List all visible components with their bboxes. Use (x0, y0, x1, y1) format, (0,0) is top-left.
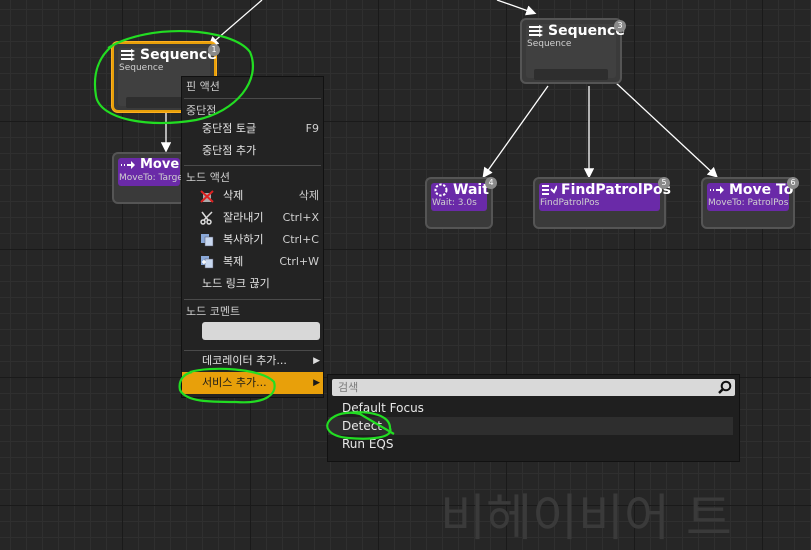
menu-separator (184, 98, 321, 99)
wire-to-move-right (614, 81, 718, 178)
node-subtitle: Sequence (119, 63, 164, 73)
search-icon (718, 380, 732, 394)
execution-index-badge: 3 (614, 20, 626, 32)
menu-item-shortcut: 삭제 (298, 189, 319, 202)
submenu-arrow-icon: ▶ (313, 378, 320, 388)
menu-item-label: 데코레이터 추가... (202, 354, 287, 367)
menu-item-label: 복사하기 (223, 233, 264, 246)
node-title-text: FindPatrolPos (561, 182, 671, 198)
menu-item-label: 노드 링크 끊기 (202, 277, 270, 290)
node-comment-input[interactable] (202, 322, 320, 340)
node-subtitle: MoveTo: PatrolPos (708, 198, 789, 208)
node-title: Wait (433, 182, 489, 198)
sequence-node-right[interactable]: Sequence Sequence 3 (520, 18, 626, 84)
node-subtitle: Wait: 3.0s (432, 198, 477, 208)
delete-icon (200, 190, 214, 203)
menu-item-break-links[interactable]: 노드 링크 끊기 (182, 273, 323, 295)
menu-item-label: 중단점 추가 (202, 144, 257, 157)
execution-index-badge: 4 (485, 177, 497, 189)
node-output-pin[interactable] (534, 69, 608, 80)
node-comment-header: 노드 코멘트 (186, 305, 241, 318)
move-to-node-left[interactable]: Move T MoveTo: Target (112, 152, 193, 204)
wire-into-right-sequence (496, 0, 537, 16)
graph-watermark: 비헤이비어 트 (440, 489, 732, 547)
menu-item-label: 중단점 토글 (202, 122, 257, 135)
scissors-icon (200, 211, 213, 225)
pin-actions-header: 핀 액션 (186, 80, 220, 93)
service-search-input[interactable]: 검색 (332, 379, 735, 396)
submenu-arrow-icon: ▶ (313, 356, 320, 366)
menu-item-shortcut: Ctrl+C (282, 233, 319, 246)
move-arrow-icon (710, 186, 724, 194)
node-title: FindPatrolPos (541, 182, 671, 198)
copy-icon (201, 234, 214, 247)
menu-item-shortcut: F9 (305, 122, 319, 135)
menu-item-label: 서비스 추가... (202, 376, 267, 389)
menu-item-shortcut: Ctrl+X (282, 211, 319, 224)
task-list-icon (542, 185, 557, 195)
node-subtitle: Sequence (527, 39, 572, 49)
add-service-submenu: 검색 Default Focus Detect Run EQS (327, 374, 740, 462)
menu-item-copy[interactable]: 복사하기 Ctrl+C (182, 229, 323, 251)
node-title: Move To (709, 182, 793, 198)
menu-item-label: 삭제 (223, 189, 244, 202)
sequence-icon (121, 49, 135, 61)
menu-item-duplicate[interactable]: 복제 Ctrl+W (182, 251, 323, 273)
search-placeholder: 검색 (338, 381, 359, 394)
menu-item-shortcut: Ctrl+W (279, 255, 319, 268)
move-to-node-right[interactable]: Move To MoveTo: PatrolPos 6 (701, 177, 799, 229)
node-subtitle: FindPatrolPos (540, 198, 600, 208)
wire-into-left-sequence (208, 0, 263, 47)
menu-item-add-service[interactable]: 서비스 추가... ▶ (182, 372, 323, 394)
execution-index-badge: 1 (208, 44, 220, 56)
node-subtitle: MoveTo: Target (119, 173, 187, 183)
node-title-text: Sequence (140, 47, 217, 63)
wire-to-wait (482, 85, 549, 179)
execution-index-badge: 5 (658, 177, 670, 189)
node-actions-header: 노드 액션 (186, 171, 230, 184)
menu-item-cut[interactable]: 잘라내기 Ctrl+X (182, 207, 323, 229)
service-option-default-focus[interactable]: Default Focus (328, 399, 733, 417)
breakpoint-header: 중단점 (186, 104, 217, 117)
menu-item-toggle-breakpoint[interactable]: 중단점 토글 F9 (182, 118, 323, 140)
node-title: Sequence (528, 23, 625, 39)
wait-node[interactable]: Wait Wait: 3.0s 4 (425, 177, 497, 229)
sequence-icon (529, 25, 543, 37)
service-option-run-eqs[interactable]: Run EQS (328, 435, 733, 453)
menu-item-add-decorator[interactable]: 데코레이터 추가... ▶ (182, 350, 323, 372)
menu-item-add-breakpoint[interactable]: 중단점 추가 (182, 140, 323, 162)
menu-item-label: 잘라내기 (223, 211, 264, 224)
move-arrow-icon (121, 160, 135, 169)
menu-item-label: 복제 (223, 255, 244, 268)
duplicate-icon (201, 256, 214, 269)
menu-separator (184, 165, 321, 166)
find-patrol-pos-node[interactable]: FindPatrolPos FindPatrolPos 5 (533, 177, 671, 229)
node-title: Sequence (120, 47, 217, 63)
menu-item-delete[interactable]: 삭제 삭제 (182, 185, 323, 207)
node-title-text: Wait (453, 182, 489, 198)
menu-separator (184, 299, 321, 300)
wait-clock-icon (434, 183, 448, 197)
service-option-detect[interactable]: Detect (328, 417, 733, 435)
node-context-menu: 핀 액션 중단점 중단점 토글 F9 중단점 추가 노드 액션 삭제 삭제 잘라… (181, 76, 324, 398)
node-title-text: Move To (729, 182, 794, 198)
execution-index-badge: 6 (787, 177, 799, 189)
